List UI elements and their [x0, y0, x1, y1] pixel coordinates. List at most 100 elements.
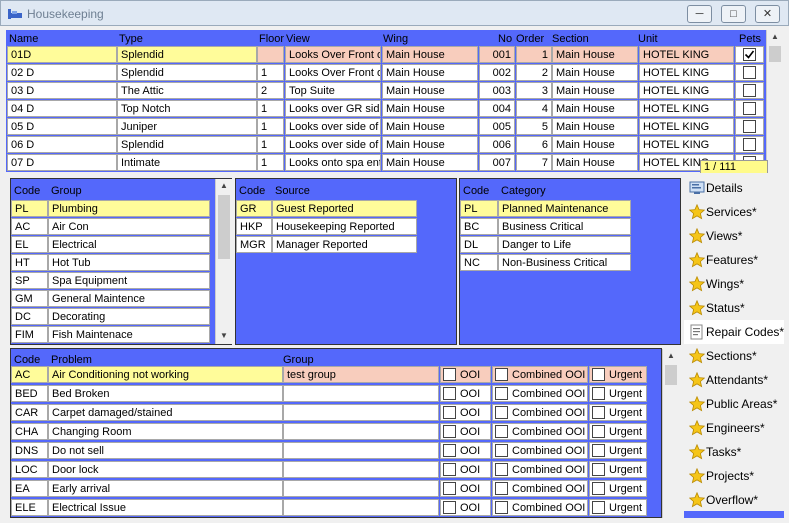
room-type-cell[interactable]: Top Notch	[117, 100, 257, 117]
problems-scrollbar[interactable]: ▲	[662, 349, 679, 518]
nav-item-tasks[interactable]: Tasks*	[684, 440, 784, 464]
room-no-cell[interactable]: 007	[479, 154, 515, 171]
room-floor-cell[interactable]: 1	[257, 64, 284, 81]
group-name-cell[interactable]: Decorating	[48, 308, 210, 325]
group-name-cell[interactable]: Spa Equipment	[48, 272, 210, 289]
room-no-cell[interactable]: 006	[479, 136, 515, 153]
room-no-cell[interactable]: 004	[479, 100, 515, 117]
room-unit-cell[interactable]: HOTEL KING	[639, 82, 734, 99]
combined-ooi-checkbox[interactable]	[495, 368, 508, 381]
room-order-cell[interactable]: 3	[516, 82, 552, 99]
urgent-checkbox[interactable]	[592, 501, 605, 514]
room-section-cell[interactable]: Main House	[552, 46, 638, 63]
room-order-cell[interactable]: 7	[516, 154, 552, 171]
problem-code-cell[interactable]: CHA	[11, 423, 48, 440]
room-unit-cell[interactable]: HOTEL KING	[639, 46, 734, 63]
category-name-cell[interactable]: Danger to Life	[498, 236, 631, 253]
group-code-cell[interactable]: EL	[11, 236, 48, 253]
nav-item-engineers[interactable]: Engineers*	[684, 416, 784, 440]
problem-name-cell[interactable]: Do not sell	[48, 442, 283, 459]
group-name-cell[interactable]: Electrical	[48, 236, 210, 253]
room-name-cell[interactable]: 05 D	[7, 118, 117, 135]
ooi-checkbox[interactable]	[443, 444, 456, 457]
problem-code-cell[interactable]: ELE	[11, 499, 48, 516]
problem-group-cell[interactable]	[283, 442, 439, 459]
pets-checkbox[interactable]	[743, 120, 756, 133]
nav-item-attendants[interactable]: Attendants*	[684, 368, 784, 392]
scroll-thumb[interactable]	[218, 195, 230, 259]
problem-group-cell[interactable]	[283, 404, 439, 421]
pets-checkbox[interactable]	[743, 84, 756, 97]
room-view-cell[interactable]: Top Suite	[285, 82, 381, 99]
scroll-up-icon[interactable]: ▲	[216, 179, 232, 193]
room-name-cell[interactable]: 01D	[7, 46, 117, 63]
room-order-cell[interactable]: 1	[516, 46, 552, 63]
ooi-checkbox[interactable]	[443, 482, 456, 495]
problem-group-cell[interactable]	[283, 385, 439, 402]
room-name-cell[interactable]: 06 D	[7, 136, 117, 153]
nav-item-repair-codes[interactable]: Repair Codes*	[684, 320, 784, 344]
category-name-cell[interactable]: Planned Maintenance	[498, 200, 631, 217]
scroll-up-icon[interactable]: ▲	[663, 349, 679, 363]
scroll-up-icon[interactable]: ▲	[767, 30, 783, 44]
urgent-checkbox[interactable]	[592, 444, 605, 457]
problem-code-cell[interactable]: EA	[11, 480, 48, 497]
room-type-cell[interactable]: Splendid	[117, 136, 257, 153]
problem-group-cell[interactable]: test group	[283, 366, 439, 383]
problem-name-cell[interactable]: Changing Room	[48, 423, 283, 440]
room-floor-cell[interactable]: 1	[257, 154, 284, 171]
category-code-cell[interactable]: DL	[460, 236, 498, 253]
room-view-cell[interactable]: Looks onto spa entr	[285, 154, 381, 171]
room-wing-cell[interactable]: Main House	[382, 118, 478, 135]
group-code-cell[interactable]: PL	[11, 200, 48, 217]
problem-name-cell[interactable]: Bed Broken	[48, 385, 283, 402]
scroll-down-icon[interactable]: ▼	[216, 329, 232, 343]
problem-name-cell[interactable]: Electrical Issue	[48, 499, 283, 516]
source-name-cell[interactable]: Housekeeping Reported	[272, 218, 417, 235]
urgent-checkbox[interactable]	[592, 482, 605, 495]
room-no-cell[interactable]: 005	[479, 118, 515, 135]
problem-group-cell[interactable]	[283, 480, 439, 497]
nav-item-features[interactable]: Features*	[684, 248, 784, 272]
room-view-cell[interactable]: Looks over side of h	[285, 118, 381, 135]
room-section-cell[interactable]: Main House	[552, 64, 638, 81]
room-view-cell[interactable]: Looks Over Front of	[285, 46, 381, 63]
ooi-checkbox[interactable]	[443, 501, 456, 514]
group-code-cell[interactable]: DC	[11, 308, 48, 325]
ooi-checkbox[interactable]	[443, 463, 456, 476]
pets-checkbox[interactable]	[743, 138, 756, 151]
room-floor-cell[interactable]: 1	[257, 136, 284, 153]
room-floor-cell[interactable]: 1	[257, 118, 284, 135]
category-code-cell[interactable]: BC	[460, 218, 498, 235]
problem-code-cell[interactable]: CAR	[11, 404, 48, 421]
problem-code-cell[interactable]: LOC	[11, 461, 48, 478]
source-code-cell[interactable]: HKP	[236, 218, 272, 235]
room-name-cell[interactable]: 03 D	[7, 82, 117, 99]
groups-scrollbar[interactable]: ▲ ▼	[215, 179, 232, 344]
room-view-cell[interactable]: Looks over side of h	[285, 136, 381, 153]
room-floor-cell[interactable]: 1	[257, 100, 284, 117]
pets-checkbox[interactable]	[743, 102, 756, 115]
urgent-checkbox[interactable]	[592, 425, 605, 438]
room-name-cell[interactable]: 04 D	[7, 100, 117, 117]
combined-ooi-checkbox[interactable]	[495, 387, 508, 400]
nav-item-overflow[interactable]: Overflow*	[684, 488, 784, 512]
room-wing-cell[interactable]: Main House	[382, 154, 478, 171]
urgent-checkbox[interactable]	[592, 368, 605, 381]
room-wing-cell[interactable]: Main House	[382, 46, 478, 63]
room-name-cell[interactable]: 02 D	[7, 64, 117, 81]
urgent-checkbox[interactable]	[592, 406, 605, 419]
group-name-cell[interactable]: Hot Tub	[48, 254, 210, 271]
room-type-cell[interactable]: Juniper	[117, 118, 257, 135]
room-no-cell[interactable]: 002	[479, 64, 515, 81]
room-section-cell[interactable]: Main House	[552, 118, 638, 135]
nav-item-projects[interactable]: Projects*	[684, 464, 784, 488]
room-wing-cell[interactable]: Main House	[382, 64, 478, 81]
close-button[interactable]: ✕	[755, 5, 780, 23]
room-view-cell[interactable]: Looks Over Front of	[285, 64, 381, 81]
combined-ooi-checkbox[interactable]	[495, 406, 508, 419]
nav-item-public-areas[interactable]: Public Areas*	[684, 392, 784, 416]
category-name-cell[interactable]: Non-Business Critical	[498, 254, 631, 271]
group-code-cell[interactable]: FIM	[11, 326, 48, 343]
combined-ooi-checkbox[interactable]	[495, 463, 508, 476]
